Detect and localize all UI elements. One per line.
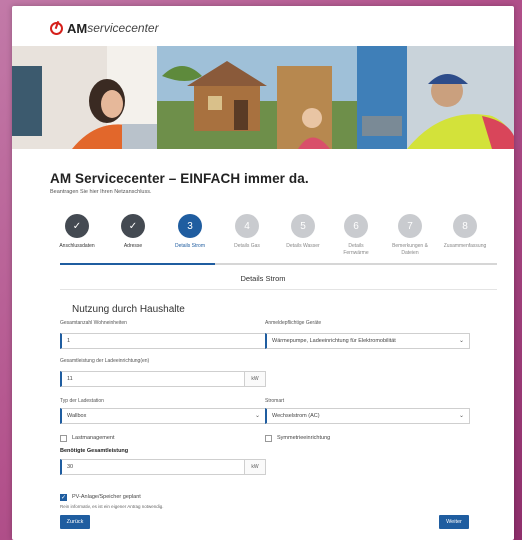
gesamtleistung-value: 30 <box>67 464 74 470</box>
step-label: Details Strom <box>174 243 205 249</box>
step-bemerkungen[interactable]: 7 Bemerkungen & Dateien <box>381 214 439 257</box>
step-label: Anschlussdaten <box>59 243 95 249</box>
wohneinheiten-input[interactable]: 1 <box>60 333 270 349</box>
pv-checkbox[interactable]: ✓ <box>60 494 67 501</box>
ladestation-label: Typ der Ladestation <box>60 398 104 404</box>
step-label: Bemerkungen & Dateien <box>392 243 428 256</box>
wohneinheiten-label: Gesamtanzahl Wohneinheiten <box>60 320 127 326</box>
main-panel: AM servicecenter AM Servicecenter – EINF… <box>12 6 514 540</box>
lastmanagement-checkbox[interactable] <box>60 435 67 442</box>
back-button[interactable]: Zurück <box>60 515 90 529</box>
ladeleistung-value: 11 <box>67 376 73 382</box>
step-label: Details Fernwärme <box>343 243 369 256</box>
symmetrie-checkbox[interactable] <box>265 435 272 442</box>
step-details-gas[interactable]: 4 Details Gas <box>218 214 276 250</box>
page-subtitle: Beantragen Sie hier Ihren Netzanschluss. <box>50 189 152 195</box>
pv-label: PV-Anlage/Speicher geplant <box>72 494 141 500</box>
check-icon: ✓ <box>61 495 67 501</box>
step-zusammenfassung[interactable]: 8 Zusammenfassung <box>436 214 494 250</box>
logo[interactable]: AM servicecenter <box>50 18 159 38</box>
section-divider <box>60 289 497 290</box>
geraete-label: Anmeldepflichtige Geräte <box>265 320 322 326</box>
ladeleistung-unit: kW <box>244 372 265 386</box>
next-button[interactable]: Weiter <box>439 515 469 529</box>
gesamtleistung-unit: kW <box>244 460 265 474</box>
stromart-label: Stromart <box>265 398 285 404</box>
step-adresse[interactable]: ✓ Adresse <box>104 214 162 250</box>
step-anschlussdaten[interactable]: ✓ Anschlussdaten <box>48 214 106 250</box>
page-title: AM Servicecenter – EINFACH immer da. <box>50 171 309 186</box>
pv-hint: Rein informativ, es ist ein eigener Antr… <box>60 504 164 509</box>
section-heading: Details Strom <box>240 274 286 283</box>
ladestation-select[interactable]: Wallbox ⌄ <box>60 408 266 424</box>
form-title: Nutzung durch Haushalte <box>72 304 185 315</box>
geraete-value: Wärmepumpe, Ladeeinrichtung für Elektrom… <box>272 338 396 344</box>
logo-servicecenter-text: servicecenter <box>87 21 159 35</box>
stromart-select[interactable]: Wechselstrom (AC) ⌄ <box>265 408 470 424</box>
stepper-track-fill <box>60 263 215 265</box>
gesamtleistung-input[interactable]: 30 kW <box>60 459 266 475</box>
step-number: 5 <box>291 214 315 238</box>
wohneinheiten-value: 1 <box>67 338 71 344</box>
step-number: 4 <box>235 214 259 238</box>
stromart-value: Wechselstrom (AC) <box>272 413 320 419</box>
step-label: Zusammenfassung <box>443 243 487 249</box>
logo-am-text: AM <box>67 20 88 36</box>
step-number: 7 <box>398 214 422 238</box>
step-details-fernwaerme[interactable]: 6 Details Fernwärme <box>327 214 385 257</box>
check-icon: ✓ <box>121 214 145 238</box>
chevron-down-icon: ⌄ <box>254 413 260 419</box>
ladestation-value: Wallbox <box>67 413 87 419</box>
am-logo-icon <box>50 21 63 35</box>
step-label: Adresse <box>123 243 143 249</box>
step-label: Details Gas <box>234 243 260 249</box>
step-number: 8 <box>453 214 477 238</box>
ladeleistung-label: Gesamtleistung der Ladeeinrichtung(en) <box>60 358 150 364</box>
step-label: Details Wasser <box>286 243 320 249</box>
chevron-down-icon: ⌄ <box>458 338 464 344</box>
step-number: 6 <box>344 214 368 238</box>
stepper-track <box>60 263 497 265</box>
symmetrie-label: Symmetrieeinrichtung <box>277 435 331 441</box>
hero-image <box>12 46 514 149</box>
geraete-select[interactable]: Wärmepumpe, Ladeeinrichtung für Elektrom… <box>265 333 470 349</box>
step-details-strom[interactable]: 3 Details Strom <box>161 214 219 250</box>
step-number: 3 <box>178 214 202 238</box>
check-icon: ✓ <box>65 214 89 238</box>
ladeleistung-input[interactable]: 11 kW <box>60 371 266 387</box>
progress-stepper: ✓ Anschlussdaten ✓ Adresse 3 Details Str… <box>48 214 494 264</box>
lastmanagement-label: Lastmanagement <box>72 435 115 441</box>
step-details-wasser[interactable]: 5 Details Wasser <box>274 214 332 250</box>
chevron-down-icon: ⌄ <box>458 413 464 419</box>
gesamtleistung-label: Benötigte Gesamtleistung <box>60 448 129 454</box>
hero-banner <box>12 46 514 149</box>
